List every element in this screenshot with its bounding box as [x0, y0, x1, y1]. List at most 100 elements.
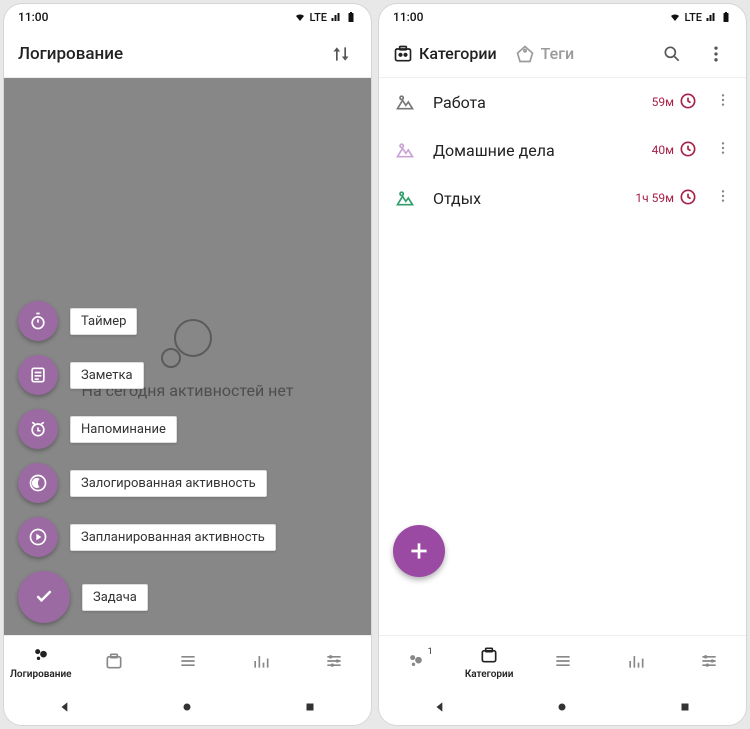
bottom-nav-left: Логирование [4, 635, 371, 689]
status-time: 11:00 [18, 10, 48, 24]
status-bar: 11:00 LTE [379, 4, 746, 30]
speed-dial-reminder[interactable]: Напоминание [18, 409, 276, 449]
phone-left: 11:00 LTE Логирование На сегодня активно… [4, 4, 371, 725]
search-icon [662, 44, 682, 64]
catbox-icon [393, 44, 413, 64]
speed-dial-label: Залогированная активность [70, 470, 267, 497]
category-time: 1ч 59м [635, 187, 698, 210]
category-list: Работа59м Домашние дела 40м Отдых 1ч 59м [379, 78, 746, 222]
bottom-nav-right: 1 Категории [379, 635, 746, 689]
nav-stats[interactable] [599, 651, 672, 674]
category-row[interactable]: Домашние дела 40м [379, 126, 746, 174]
tab-tags-label: Теги [541, 44, 574, 63]
sliders-icon [699, 651, 719, 674]
speed-dial-label: Заметка [70, 362, 144, 389]
dots-icon [31, 645, 51, 668]
clock-icon [678, 91, 698, 114]
more-vert-icon [706, 44, 726, 64]
nav-set[interactable] [298, 651, 371, 674]
status-time: 11:00 [393, 10, 423, 24]
category-more[interactable] [712, 92, 734, 112]
system-nav [379, 689, 746, 725]
sys-back[interactable] [432, 699, 448, 715]
signal-icon [705, 11, 717, 23]
battery-icon [345, 11, 357, 23]
wifi-icon [669, 11, 681, 23]
catbox-icon [104, 651, 124, 674]
speed-dial-label: Напоминание [70, 416, 177, 443]
nav-label: Логирование [10, 669, 72, 680]
speed-dial-planned[interactable]: Запланированная активность [18, 517, 276, 557]
app-bar: Категории Теги [379, 30, 746, 78]
sort-button[interactable] [325, 38, 357, 70]
bars-icon [251, 651, 271, 674]
nav-set[interactable] [673, 651, 746, 674]
plus-icon [406, 538, 432, 564]
fab-add[interactable] [393, 525, 445, 577]
nav-stats[interactable] [224, 651, 297, 674]
clock-icon [678, 187, 698, 210]
tab-categories-label: Категории [419, 44, 497, 63]
lines-icon [553, 651, 573, 674]
speed-dial-logged[interactable]: Залогированная активность [18, 463, 276, 503]
sys-home[interactable] [554, 699, 570, 715]
tab-categories[interactable]: Категории [393, 44, 497, 64]
category-row[interactable]: Работа59м [379, 78, 746, 126]
moon-circle-icon [18, 463, 58, 503]
tab-tags[interactable]: Теги [515, 44, 574, 64]
category-name: Отдых [433, 189, 621, 208]
lines-icon [178, 651, 198, 674]
speed-dial-label: Таймер [70, 308, 137, 335]
content-area: Работа59м Домашние дела 40м Отдых 1ч 59м [379, 78, 746, 635]
nav-list[interactable] [151, 651, 224, 674]
sys-home[interactable] [179, 699, 195, 715]
clock-icon [678, 139, 698, 162]
sys-recent[interactable] [302, 699, 318, 715]
mountain-icon [391, 88, 419, 116]
nav-badge: 1 [428, 647, 433, 657]
category-name: Домашние дела [433, 141, 638, 160]
sort-icon [331, 44, 351, 64]
speed-dial-label: Задача [82, 584, 148, 611]
category-more[interactable] [712, 140, 734, 160]
category-more[interactable] [712, 188, 734, 208]
sys-recent[interactable] [677, 699, 693, 715]
nav-cat[interactable]: Категории [452, 645, 525, 680]
tag-icon [515, 44, 535, 64]
app-bar: Логирование [4, 30, 371, 78]
tab-set: Категории Теги [393, 44, 644, 64]
dots-icon: 1 [406, 651, 426, 674]
nav-log[interactable]: 1 [379, 651, 452, 674]
overflow-button[interactable] [700, 38, 732, 70]
category-row[interactable]: Отдых 1ч 59м [379, 174, 746, 222]
speed-dial-note[interactable]: Заметка [18, 355, 276, 395]
play-circle-icon [18, 517, 58, 557]
catbox-icon [479, 645, 499, 668]
alarm-icon [18, 409, 58, 449]
mountain-icon [391, 136, 419, 164]
sys-back[interactable] [57, 699, 73, 715]
nav-cat[interactable] [77, 651, 150, 674]
status-net: LTE [309, 11, 327, 24]
speed-dial-task[interactable]: Задача [18, 571, 276, 623]
status-net: LTE [684, 11, 702, 24]
wifi-icon [294, 11, 306, 23]
speed-dial-timer[interactable]: Таймер [18, 301, 276, 341]
phone-right: 11:00 LTE Категории Теги Работа59м Дома [379, 4, 746, 725]
search-button[interactable] [656, 38, 688, 70]
nav-log[interactable]: Логирование [4, 645, 77, 680]
nav-list[interactable] [526, 651, 599, 674]
status-icons: LTE [669, 11, 732, 24]
note-icon [18, 355, 58, 395]
bars-icon [626, 651, 646, 674]
speed-dial-label: Запланированная активность [70, 524, 276, 551]
category-time: 40м [652, 139, 698, 162]
speed-dial: Задача Запланированная активность Залогиро… [18, 301, 276, 623]
content-area: На сегодня активностей нет ЗадачаЗаплани… [4, 78, 371, 635]
nav-label: Категории [465, 669, 514, 680]
category-time: 59м [652, 91, 698, 114]
signal-icon [330, 11, 342, 23]
mountain-icon [391, 184, 419, 212]
status-icons: LTE [294, 11, 357, 24]
battery-icon [720, 11, 732, 23]
